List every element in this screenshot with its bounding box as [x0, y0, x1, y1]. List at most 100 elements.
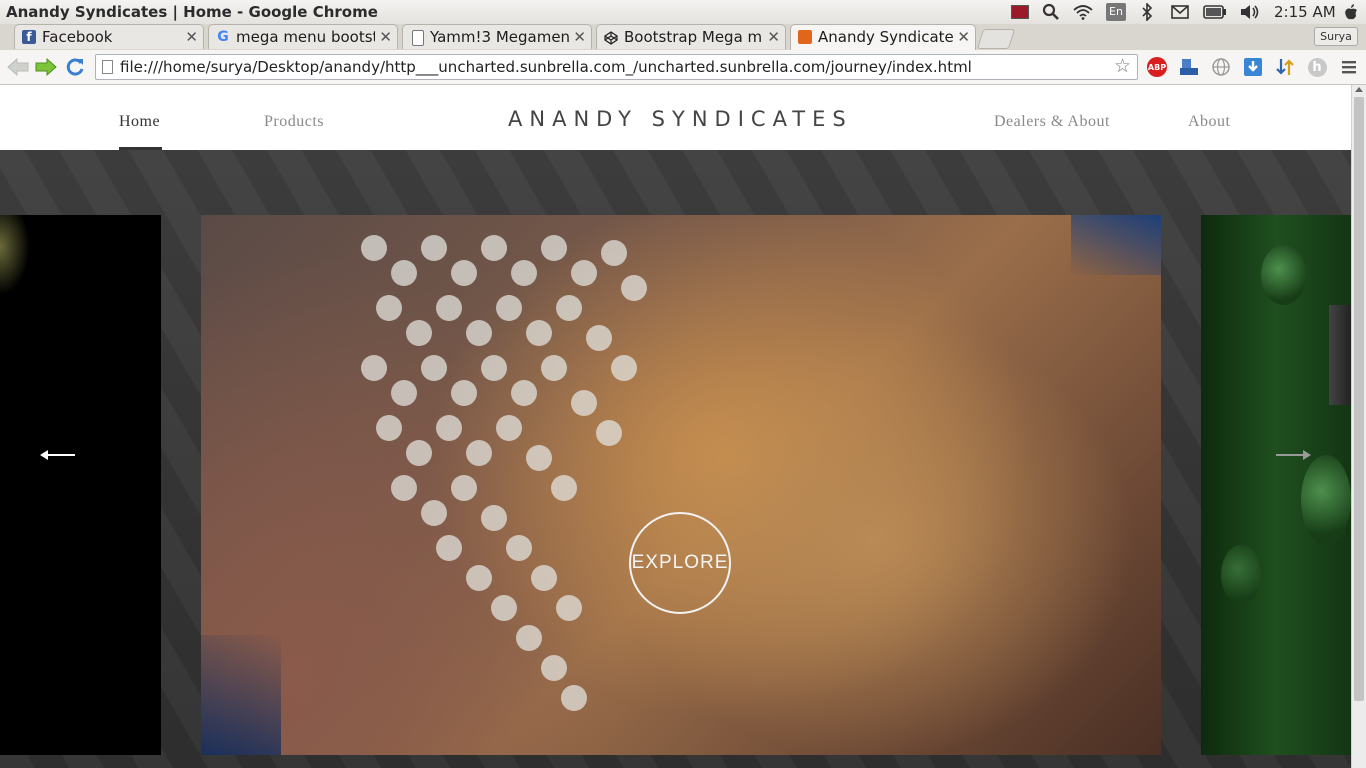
keyboard-layout-indicator[interactable]: En	[1105, 2, 1127, 22]
h-icon[interactable]: h	[1307, 57, 1327, 77]
led-dot	[511, 260, 537, 286]
url-text[interactable]: file:///home/surya/Desktop/anandy/http__…	[120, 58, 972, 76]
led-dot	[526, 320, 552, 346]
forward-icon[interactable]	[34, 55, 58, 79]
bookmark-star-icon[interactable]: ☆	[1114, 55, 1131, 77]
led-dot	[491, 595, 517, 621]
led-dot	[511, 380, 537, 406]
facebook-icon: f	[22, 30, 36, 44]
next-slide-image[interactable]	[1201, 215, 1351, 755]
clock[interactable]: 2:15 AM	[1274, 3, 1336, 21]
tab-yamm-megamenu[interactable]: Yamm!3 Megamenu ✕	[402, 24, 592, 49]
settings-gear-icon[interactable]	[1340, 2, 1362, 22]
led-dot	[451, 260, 477, 286]
led-dot	[421, 235, 447, 261]
led-dot	[391, 380, 417, 406]
led-dot	[481, 235, 507, 261]
led-dot	[376, 415, 402, 441]
tab-facebook[interactable]: f Facebook ✕	[14, 24, 204, 49]
site-navbar: Home Products ANANDY SYNDICATES Dealers …	[0, 85, 1351, 150]
new-tab-button[interactable]	[976, 29, 1016, 49]
record-indicator-icon[interactable]	[1009, 2, 1031, 22]
scroll-thumb[interactable]	[1354, 97, 1364, 701]
led-dot	[466, 320, 492, 346]
led-dot	[611, 355, 637, 381]
site-logo[interactable]: ANANDY SYNDICATES	[508, 107, 853, 131]
led-dot	[451, 475, 477, 501]
led-dot	[571, 260, 597, 286]
os-top-bar: Anandy Syndicates | Home - Google Chrome…	[0, 0, 1366, 25]
led-dot	[421, 355, 447, 381]
bulb-socket-decoration	[1329, 305, 1351, 405]
tab-label: Bootstrap Mega menu	[624, 28, 763, 46]
download-icon[interactable]	[1243, 57, 1263, 77]
volume-icon[interactable]	[1239, 2, 1261, 22]
keyboard-layout-label: En	[1106, 3, 1126, 21]
prev-arrow-icon[interactable]	[39, 447, 77, 461]
led-dot	[556, 295, 582, 321]
tab-anandy-syndicates[interactable]: Anandy Syndicates | ✕	[790, 24, 976, 50]
wifi-icon[interactable]	[1071, 2, 1095, 22]
reload-icon[interactable]	[63, 55, 87, 79]
adblock-icon[interactable]: ABP	[1147, 57, 1167, 77]
window-title: Anandy Syndicates | Home - Google Chrome	[6, 3, 378, 21]
close-icon[interactable]: ✕	[957, 28, 970, 46]
led-dot	[496, 415, 522, 441]
nav-products[interactable]: Products	[264, 113, 324, 131]
scroll-up-icon[interactable]	[1355, 87, 1363, 92]
document-icon	[412, 30, 424, 46]
tab-label: Facebook	[42, 28, 113, 46]
nav-home[interactable]: Home	[119, 113, 160, 131]
led-dot	[541, 355, 567, 381]
explore-label: EXPLORE	[631, 552, 729, 573]
tab-google-search[interactable]: G mega menu bootstrap ✕	[208, 24, 398, 49]
bulb-decoration	[1261, 245, 1306, 305]
save-icon[interactable]	[1179, 57, 1199, 77]
bluetooth-icon[interactable]	[1139, 2, 1155, 22]
close-icon[interactable]: ✕	[379, 28, 392, 46]
led-dot	[586, 325, 612, 351]
web-page: Home Products ANANDY SYNDICATES Dealers …	[0, 85, 1351, 768]
profile-badge[interactable]: Surya	[1314, 27, 1358, 46]
led-dot	[601, 240, 627, 266]
sync-icon[interactable]	[1275, 57, 1295, 77]
browser-toolbar: file:///home/surya/Desktop/anandy/http__…	[0, 50, 1366, 85]
codepen-icon	[604, 30, 618, 45]
tab-label: Anandy Syndicates |	[818, 28, 953, 46]
page-icon	[102, 60, 113, 74]
close-icon[interactable]: ✕	[573, 28, 586, 46]
menu-icon[interactable]	[1339, 57, 1359, 77]
led-dot	[481, 355, 507, 381]
led-dot	[466, 440, 492, 466]
explore-button[interactable]: EXPLORE	[629, 512, 731, 614]
next-arrow-icon[interactable]	[1274, 447, 1312, 461]
led-dot	[531, 565, 557, 591]
led-dot	[436, 295, 462, 321]
mail-icon[interactable]	[1169, 2, 1191, 22]
nav-about[interactable]: About	[1188, 113, 1231, 131]
site-icon	[798, 30, 812, 44]
led-dot	[391, 475, 417, 501]
address-bar[interactable]: file:///home/surya/Desktop/anandy/http__…	[95, 54, 1138, 80]
previous-slide-image[interactable]	[0, 215, 161, 755]
led-dot	[541, 235, 567, 261]
led-dot	[391, 260, 417, 286]
current-slide-image[interactable]	[201, 215, 1161, 755]
nav-dealers-about[interactable]: Dealers & About	[994, 113, 1110, 131]
globe-icon[interactable]	[1211, 57, 1231, 77]
battery-icon[interactable]	[1202, 2, 1228, 22]
back-icon[interactable]	[6, 55, 30, 79]
led-dot	[406, 440, 432, 466]
led-dot	[561, 685, 587, 711]
search-icon[interactable]	[1040, 2, 1062, 22]
page-scrollbar[interactable]	[1351, 85, 1366, 768]
close-icon[interactable]: ✕	[185, 28, 198, 46]
close-icon[interactable]: ✕	[767, 28, 780, 46]
tab-bootstrap-mega-menu[interactable]: Bootstrap Mega menu ✕	[596, 24, 786, 49]
tab-label: Yamm!3 Megamenu	[430, 28, 569, 46]
led-dot	[451, 380, 477, 406]
led-dot	[496, 295, 522, 321]
led-dot	[551, 475, 577, 501]
led-dot	[421, 500, 447, 526]
browser-tab-strip: f Facebook ✕ G mega menu bootstrap ✕ Yam…	[0, 24, 1366, 50]
